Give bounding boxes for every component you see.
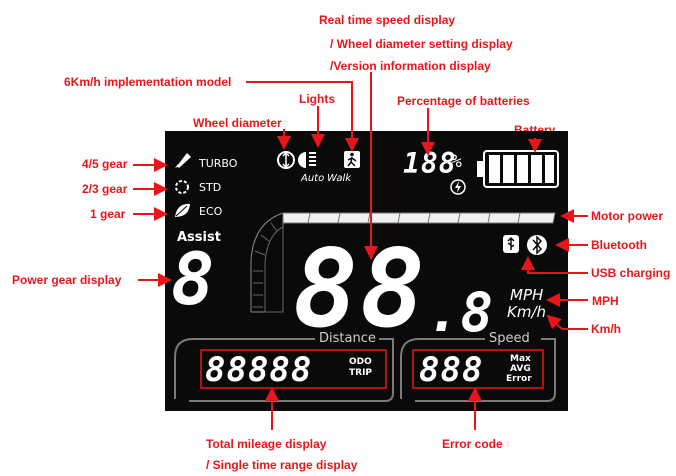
arrow-six-kmh [246, 81, 359, 152]
arrow-kmh [546, 314, 588, 330]
annotation-arrows [133, 72, 588, 430]
arrow-usb [521, 256, 588, 274]
